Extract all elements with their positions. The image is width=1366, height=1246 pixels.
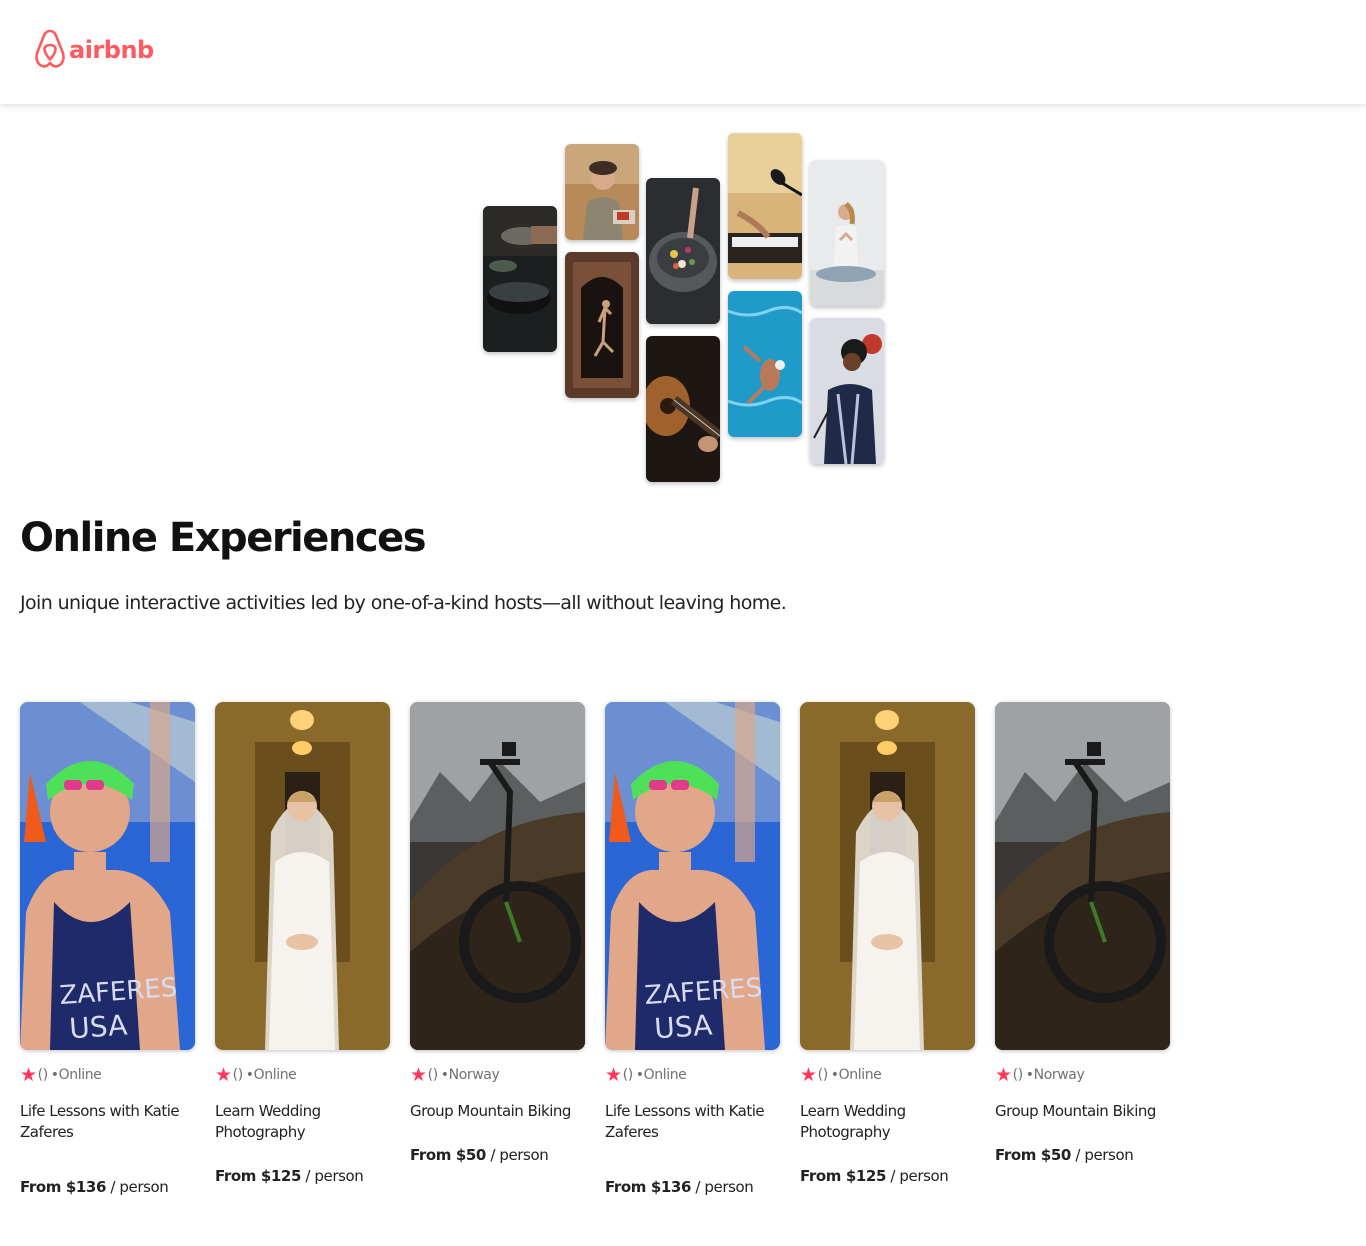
star-icon: ★ [215, 1063, 232, 1086]
price-amount: From $50 [410, 1146, 486, 1164]
price-unit: / person [1070, 1146, 1134, 1164]
price-amount: From $136 [605, 1178, 691, 1196]
experience-price: From $125 / person [800, 1167, 975, 1185]
experience-title[interactable]: Life Lessons with Katie Zaferes [605, 1101, 780, 1143]
cooking-pots-photo [483, 206, 557, 352]
rating-text: () [427, 1067, 439, 1083]
page-subtitle: Join unique interactive activities led b… [20, 592, 787, 614]
mountain-bike-photo[interactable] [995, 702, 1170, 1050]
brand-name: airbnb [69, 36, 154, 64]
price-amount: From $50 [995, 1146, 1071, 1164]
rating-text: () [37, 1067, 49, 1083]
experience-card[interactable]: ★ () •Online Learn Wedding Photography F… [800, 702, 975, 1196]
rating-text: () [622, 1067, 634, 1083]
price-amount: From $125 [800, 1167, 886, 1185]
experience-price: From $136 / person [605, 1178, 780, 1196]
rating-text: () [1012, 1067, 1024, 1083]
location-text: •Online [635, 1067, 687, 1083]
star-icon: ★ [605, 1063, 622, 1086]
experience-card[interactable]: ★ () •Norway Group Mountain Biking From … [995, 702, 1170, 1196]
star-icon: ★ [20, 1063, 37, 1086]
airbnb-logo[interactable]: airbnb [35, 28, 154, 76]
experience-card[interactable]: ZAFERES USA ★ () •Online Life Lessons wi… [605, 702, 780, 1196]
experience-list: ZAFERES USA ★ () •Online Life Lessons wi… [20, 702, 1170, 1196]
location-text: •Online [830, 1067, 882, 1083]
svg-text:USA: USA [68, 1008, 128, 1045]
wedding-bride-photo[interactable] [215, 702, 390, 1050]
page-title: Online Experiences [20, 515, 427, 561]
experience-title[interactable]: Learn Wedding Photography [215, 1101, 390, 1143]
card-meta: ★ () •Online [20, 1063, 195, 1087]
location-text: •Online [245, 1067, 297, 1083]
guitar-player-photo [646, 336, 720, 482]
card-meta: ★ () •Norway [995, 1063, 1170, 1087]
katie-zaferes-photo[interactable]: ZAFERES USA [20, 702, 195, 1050]
card-meta: ★ () •Norway [410, 1063, 585, 1087]
location-text: •Online [50, 1067, 102, 1083]
star-icon: ★ [800, 1063, 817, 1086]
experience-title[interactable]: Group Mountain Biking [995, 1101, 1170, 1122]
price-unit: / person [301, 1167, 364, 1185]
airbnb-belo-icon [35, 29, 65, 68]
experience-card[interactable]: ★ () •Online Learn Wedding Photography F… [215, 702, 390, 1196]
experience-price: From $136 / person [20, 1178, 195, 1196]
price-amount: From $136 [20, 1178, 106, 1196]
price-unit: / person [485, 1146, 549, 1164]
piano-microphone-photo [728, 133, 802, 279]
experience-price: From $125 / person [215, 1167, 390, 1185]
location-text: •Norway [440, 1067, 500, 1083]
price-unit: / person [691, 1178, 754, 1196]
star-icon: ★ [995, 1063, 1012, 1086]
price-amount: From $125 [215, 1167, 301, 1185]
dancer-doorway-photo [565, 252, 639, 398]
svg-text:USA: USA [653, 1008, 713, 1045]
experience-price: From $50 / person [995, 1146, 1170, 1164]
gourmet-bowl-photo [646, 178, 720, 324]
experience-price: From $50 / person [410, 1146, 585, 1164]
experience-title[interactable]: Learn Wedding Photography [800, 1101, 975, 1143]
card-meta: ★ () •Online [800, 1063, 975, 1087]
swimmer-pool-photo [728, 291, 802, 437]
location-text: •Norway [1025, 1067, 1085, 1083]
experience-title[interactable]: Life Lessons with Katie Zaferes [20, 1101, 195, 1143]
experience-card[interactable]: ZAFERES USA ★ () •Online Life Lessons wi… [20, 702, 195, 1196]
yoga-meditation-photo [810, 160, 884, 306]
singer-performing-photo [810, 318, 884, 464]
experience-card[interactable]: ★ () •Norway Group Mountain Biking From … [410, 702, 585, 1196]
wedding-bride-photo[interactable] [800, 702, 975, 1050]
rating-text: () [232, 1067, 244, 1083]
price-unit: / person [106, 1178, 169, 1196]
star-icon: ★ [410, 1063, 427, 1086]
price-unit: / person [886, 1167, 949, 1185]
experience-title[interactable]: Group Mountain Biking [410, 1101, 585, 1122]
card-meta: ★ () •Online [605, 1063, 780, 1087]
top-nav: airbnb [0, 0, 1366, 104]
rating-text: () [817, 1067, 829, 1083]
woman-cooking-photo [565, 144, 639, 240]
mountain-bike-photo[interactable] [410, 702, 585, 1050]
katie-zaferes-photo[interactable]: ZAFERES USA [605, 702, 780, 1050]
card-meta: ★ () •Online [215, 1063, 390, 1087]
